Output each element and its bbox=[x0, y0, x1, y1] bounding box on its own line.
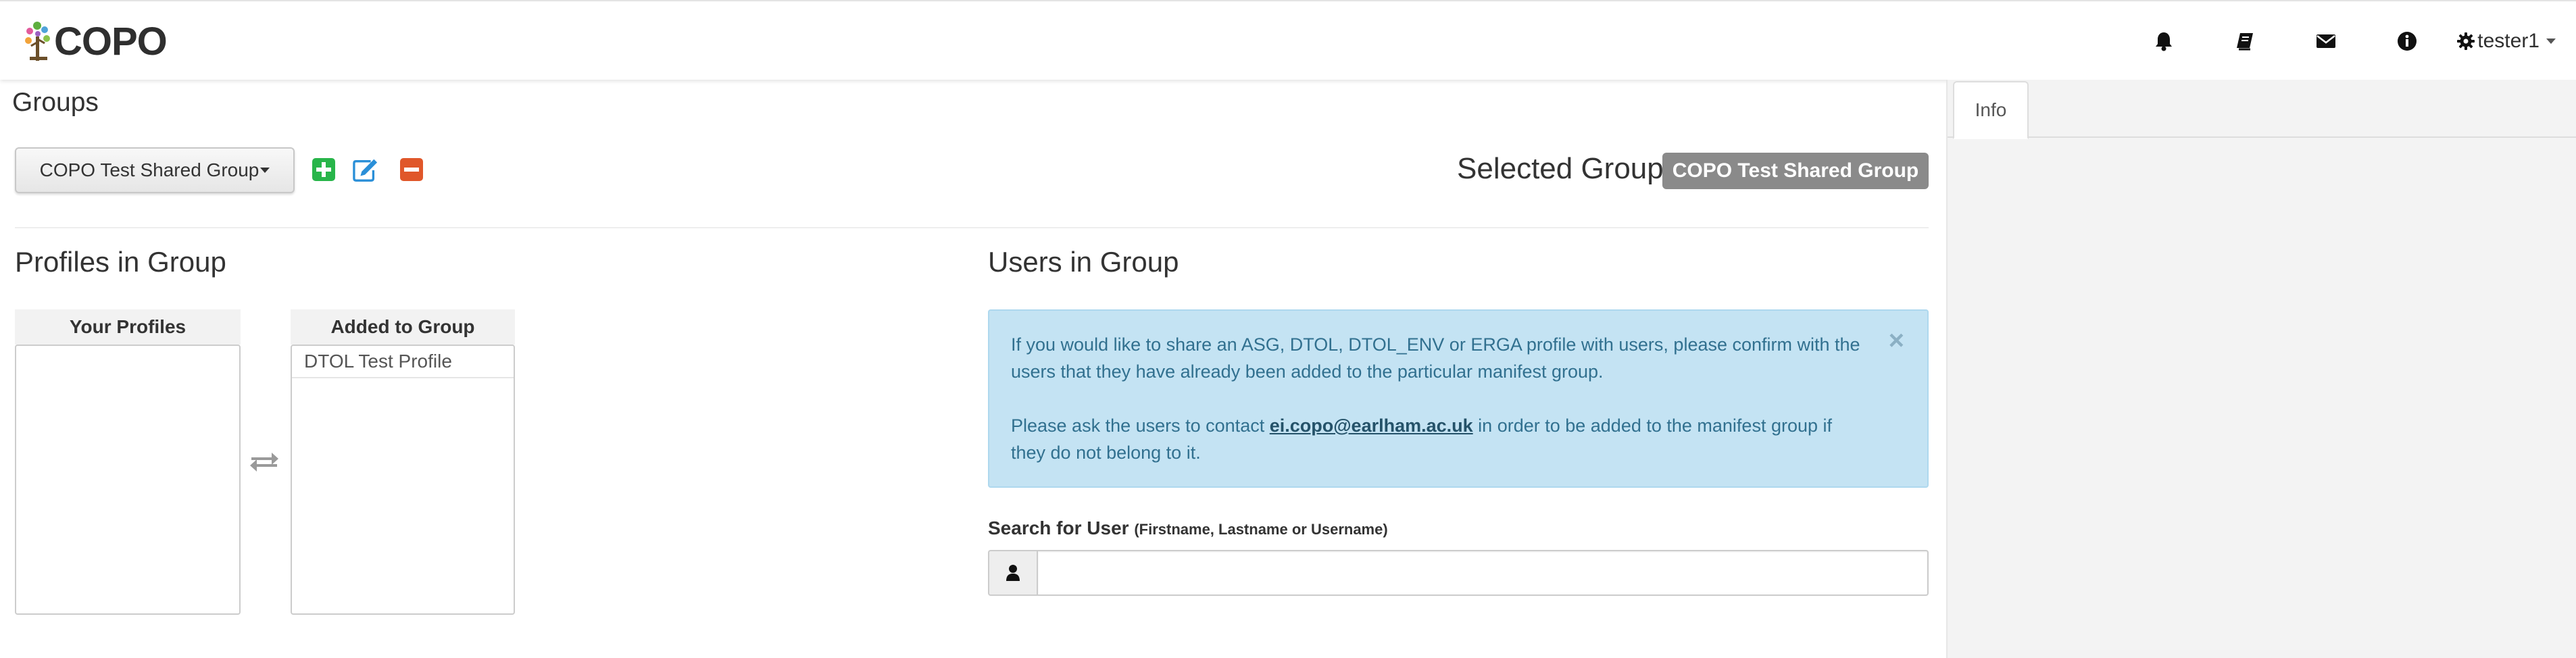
info-button[interactable] bbox=[2367, 1, 2448, 81]
username: tester1 bbox=[2477, 30, 2540, 52]
list-item[interactable]: DTOL Test Profile bbox=[292, 346, 514, 378]
search-user-input[interactable] bbox=[1037, 550, 1929, 596]
search-user-label: Search for User (Firstname, Lastname or … bbox=[988, 515, 1388, 543]
selected-group-label: Selected Group: bbox=[1457, 152, 1672, 185]
selected-group-badge: COPO Test Shared Group bbox=[1662, 153, 1929, 189]
alert-text-contact-prefix: Please ask the users to contact bbox=[1011, 415, 1270, 436]
chevron-down-icon bbox=[260, 168, 270, 173]
user-menu[interactable]: tester1 bbox=[2457, 30, 2556, 53]
group-select-dropdown[interactable]: COPO Test Shared Group bbox=[15, 147, 295, 193]
minus-square-icon bbox=[400, 158, 423, 181]
bell-icon bbox=[2156, 32, 2173, 51]
exchange-icon[interactable] bbox=[249, 450, 280, 473]
page-title: Groups bbox=[12, 88, 99, 117]
info-circle-icon bbox=[2398, 32, 2417, 51]
notifications-button[interactable] bbox=[2123, 1, 2204, 81]
top-navbar: COPO tester1 bbox=[0, 0, 2576, 80]
contact-email-link[interactable]: ei.copo@earlham.ac.uk bbox=[1270, 415, 1473, 436]
close-icon[interactable]: × bbox=[1889, 327, 1904, 354]
info-sidebar: Info bbox=[1946, 80, 2576, 658]
search-user-group bbox=[988, 550, 1929, 596]
user-icon bbox=[1006, 565, 1020, 581]
chevron-down-icon bbox=[2546, 39, 2556, 44]
tree-logo-icon bbox=[25, 22, 50, 61]
copo-logo[interactable]: COPO bbox=[23, 19, 168, 64]
envelope-icon bbox=[2317, 34, 2336, 48]
profiles-section-title: Profiles in Group bbox=[15, 246, 226, 278]
search-user-hint: (Firstname, Lastname or Username) bbox=[1134, 521, 1388, 538]
messages-button[interactable] bbox=[2285, 1, 2367, 81]
book-icon bbox=[2237, 33, 2254, 51]
alert-text-contact: Please ask the users to contact ei.copo@… bbox=[1011, 412, 1866, 466]
section-divider bbox=[15, 227, 1929, 228]
gear-icon bbox=[2457, 32, 2475, 50]
edit-group-button[interactable] bbox=[353, 157, 378, 182]
edit-icon bbox=[353, 159, 378, 182]
sidebar-tabs: Info bbox=[1948, 80, 2576, 139]
add-group-button[interactable] bbox=[311, 157, 337, 182]
tab-info[interactable]: Info bbox=[1953, 81, 2029, 139]
search-user-addon bbox=[988, 550, 1037, 596]
your-profiles-list[interactable] bbox=[15, 345, 241, 615]
users-section-title: Users in Group bbox=[988, 246, 1179, 278]
plus-square-icon bbox=[312, 158, 335, 181]
brand-name: COPO bbox=[54, 20, 168, 64]
added-to-group-header: Added to Group bbox=[291, 309, 515, 345]
your-profiles-header: Your Profiles bbox=[15, 309, 241, 345]
info-alert: × If you would like to share an ASG, DTO… bbox=[988, 309, 1929, 488]
documentation-button[interactable] bbox=[2204, 1, 2285, 81]
alert-text-confirm: If you would like to share an ASG, DTOL,… bbox=[1011, 334, 1860, 382]
added-to-group-list[interactable]: DTOL Test Profile bbox=[291, 345, 515, 615]
search-user-label-text: Search for User bbox=[988, 517, 1129, 538]
group-select-label: COPO Test Shared Group bbox=[39, 159, 259, 180]
navbar-actions: tester1 bbox=[2123, 1, 2576, 81]
remove-group-button[interactable] bbox=[399, 157, 424, 182]
